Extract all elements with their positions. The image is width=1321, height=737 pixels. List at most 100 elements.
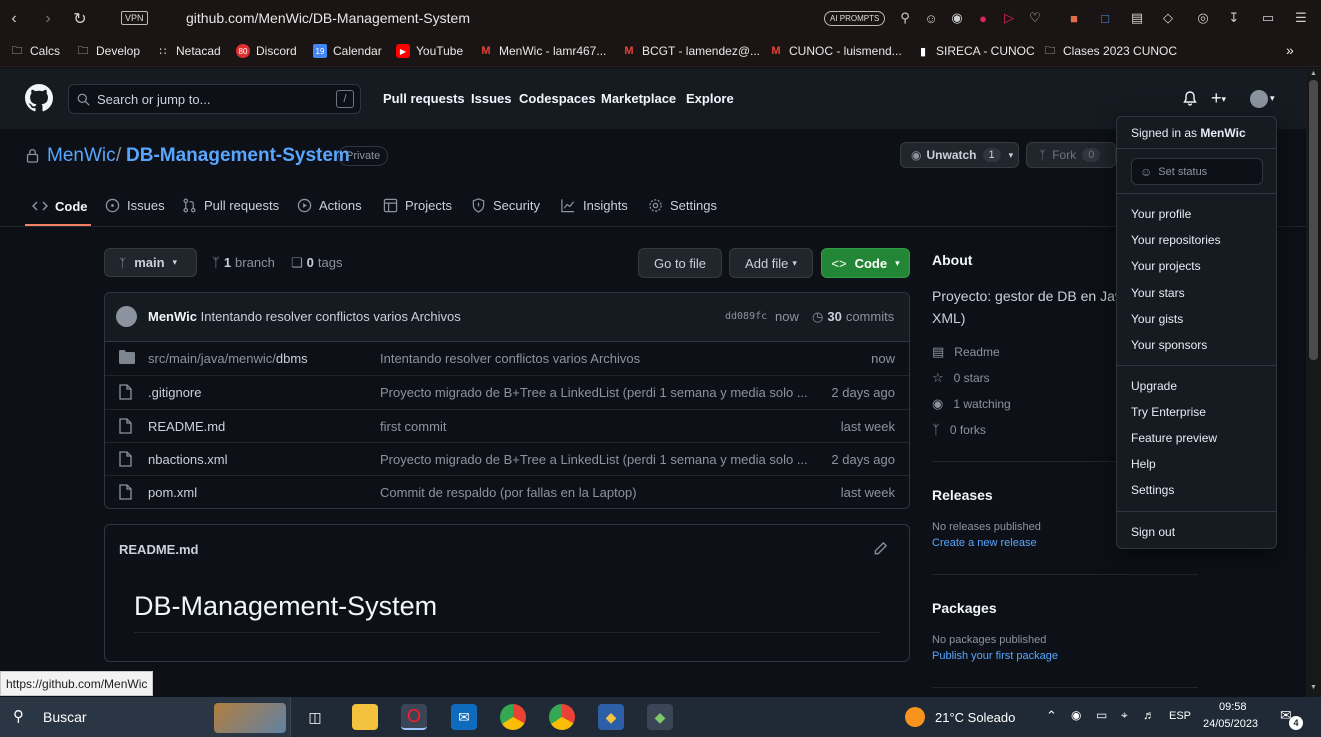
menu-icon[interactable]: ☰ bbox=[1293, 10, 1309, 26]
menu-your-profile[interactable]: Your profile bbox=[1131, 207, 1191, 221]
tab-pull-requests[interactable]: Pull requests bbox=[182, 198, 279, 213]
code-button[interactable]: <> Code ▾ bbox=[821, 248, 910, 278]
nav-explore[interactable]: Explore bbox=[686, 91, 734, 106]
wifi-icon[interactable]: ⌖ bbox=[1121, 708, 1128, 723]
reload-icon[interactable]: ↻ bbox=[70, 9, 90, 29]
file-commit-message[interactable]: Proyecto migrado de B+Tree a LinkedList … bbox=[380, 452, 808, 467]
tab-projects[interactable]: Projects bbox=[383, 198, 452, 213]
send-icon[interactable]: ▷ bbox=[1001, 10, 1017, 26]
opera-icon[interactable]: O bbox=[401, 704, 427, 730]
go-to-file-button[interactable]: Go to file bbox=[638, 248, 722, 278]
weather-text[interactable]: 21°C Soleado bbox=[935, 710, 1015, 725]
bookmarks-overflow-icon[interactable]: » bbox=[1286, 42, 1294, 58]
clock-date[interactable]: 24/05/2023 bbox=[1203, 718, 1258, 730]
scroll-up-icon[interactable]: ▲ bbox=[1310, 70, 1317, 77]
bookmark-discord[interactable]: 80 Discord bbox=[236, 44, 297, 58]
github-logo-icon[interactable] bbox=[25, 84, 53, 112]
chevron-up-icon[interactable]: ⌃ bbox=[1046, 708, 1057, 724]
file-row[interactable]: README.md first commit last week bbox=[105, 409, 909, 442]
translate-icon[interactable]: □ bbox=[1097, 10, 1113, 26]
back-icon[interactable]: ‹ bbox=[4, 9, 24, 29]
chrome-icon[interactable] bbox=[549, 704, 575, 730]
avatar[interactable] bbox=[116, 306, 137, 327]
bookmark-gmail-2[interactable]: M BCGT - lamendez@... bbox=[622, 44, 760, 58]
bookmark-gmail-3[interactable]: M CUNOC - luismend... bbox=[769, 44, 901, 58]
packages-heading[interactable]: Packages bbox=[932, 600, 997, 616]
menu-your-projects[interactable]: Your projects bbox=[1131, 259, 1201, 273]
create-new-icon[interactable]: +▾ bbox=[1211, 88, 1226, 109]
menu-your-gists[interactable]: Your gists bbox=[1131, 312, 1183, 326]
forward-icon[interactable]: › bbox=[38, 9, 58, 29]
create-release-link[interactable]: Create a new release bbox=[932, 537, 1037, 549]
profile-icon[interactable]: ◎ bbox=[1195, 10, 1211, 26]
cube-icon[interactable]: ◇ bbox=[1160, 10, 1176, 26]
commit-message[interactable]: Intentando resolver conflictos varios Ar… bbox=[201, 309, 461, 324]
file-commit-message[interactable]: first commit bbox=[380, 419, 446, 434]
search-icon[interactable]: ⚲ bbox=[897, 10, 913, 26]
add-file-button[interactable]: Add file ▾ bbox=[729, 248, 813, 278]
file-commit-message[interactable]: Intentando resolver conflictos varios Ar… bbox=[380, 351, 640, 366]
avatar[interactable] bbox=[1250, 90, 1268, 108]
file-commit-message[interactable]: Proyecto migrado de B+Tree a LinkedList … bbox=[380, 385, 808, 400]
stars-link[interactable]: ☆ 0 stars bbox=[932, 370, 990, 386]
file-row[interactable]: nbactions.xml Proyecto migrado de B+Tree… bbox=[105, 442, 909, 475]
tab-issues[interactable]: Issues bbox=[105, 198, 165, 213]
mail-icon[interactable]: ✉ bbox=[451, 704, 477, 730]
bookmark-develop[interactable]: 🗀 Develop bbox=[76, 44, 141, 58]
vpn-badge[interactable]: VPN bbox=[121, 11, 148, 25]
address-bar[interactable]: github.com/MenWic/DB-Management-System bbox=[186, 10, 470, 26]
file-row[interactable]: src/main/java/menwic/dbms Intentando res… bbox=[105, 342, 909, 375]
menu-your-sponsors[interactable]: Your sponsors bbox=[1131, 338, 1207, 352]
search-input[interactable]: Search or jump to... / bbox=[68, 84, 361, 114]
shield-icon[interactable]: ● bbox=[975, 10, 991, 26]
forks-link[interactable]: ᛉ0 forks bbox=[932, 422, 986, 437]
menu-feature-preview[interactable]: Feature preview bbox=[1131, 431, 1217, 445]
scrollbar-thumb[interactable] bbox=[1309, 80, 1318, 360]
bookmark-gmail-1[interactable]: M MenWic - lamr467... bbox=[479, 44, 606, 58]
clock-time[interactable]: 09:58 bbox=[1219, 701, 1247, 713]
readme-link[interactable]: ▤ Readme bbox=[932, 344, 1000, 360]
releases-heading[interactable]: Releases bbox=[932, 487, 993, 503]
branch-selector[interactable]: ᛉ main ▾ bbox=[104, 248, 197, 277]
file-name[interactable]: nbactions.xml bbox=[148, 452, 227, 467]
menu-try-enterprise[interactable]: Try Enterprise bbox=[1131, 405, 1206, 419]
scrollbar[interactable]: ▲ ▼ bbox=[1306, 68, 1321, 697]
file-row[interactable]: .gitignore Proyecto migrado de B+Tree a … bbox=[105, 375, 909, 408]
tab-security[interactable]: Security bbox=[471, 198, 540, 213]
emoji-icon[interactable]: ☺ bbox=[923, 10, 939, 26]
bookmark-youtube[interactable]: ▶ YouTube bbox=[396, 44, 463, 58]
commit-author[interactable]: MenWic bbox=[148, 309, 197, 324]
bookmark-sireca[interactable]: ▮ SIRECA - CUNOC bbox=[916, 44, 1035, 58]
commit-hash[interactable]: dd089fc bbox=[725, 311, 767, 322]
file-name[interactable]: .gitignore bbox=[148, 385, 201, 400]
ai-prompts-button[interactable]: AI PROMPTS bbox=[824, 11, 886, 26]
pencil-icon[interactable] bbox=[873, 541, 888, 556]
volume-icon[interactable]: ♬ bbox=[1143, 708, 1155, 722]
unwatch-button[interactable]: ◉ Unwatch 1 ▾ bbox=[900, 142, 1019, 168]
camera-icon[interactable]: ◉ bbox=[1071, 708, 1081, 722]
menu-help[interactable]: Help bbox=[1131, 457, 1156, 471]
nav-pull-requests[interactable]: Pull requests bbox=[383, 91, 465, 106]
scroll-down-icon[interactable]: ▼ bbox=[1310, 684, 1317, 691]
bell-icon[interactable] bbox=[1182, 90, 1198, 107]
download-icon[interactable]: ↧ bbox=[1226, 10, 1242, 26]
battery-icon[interactable]: ▭ bbox=[1260, 10, 1276, 26]
file-commit-message[interactable]: Commit de respaldo (por fallas en la Lap… bbox=[380, 485, 637, 500]
menu-settings[interactable]: Settings bbox=[1131, 483, 1174, 497]
bookmark-clases[interactable]: 🗀 Clases 2023 CUNOC bbox=[1043, 44, 1178, 58]
extension-icon[interactable]: ■ bbox=[1066, 10, 1082, 26]
taskbar-search[interactable]: ⚲ Buscar bbox=[0, 697, 291, 737]
tab-actions[interactable]: Actions bbox=[297, 198, 362, 213]
bookmark-calendar[interactable]: 19 Calendar bbox=[313, 44, 382, 58]
menu-sign-out[interactable]: Sign out bbox=[1131, 525, 1175, 539]
nav-marketplace[interactable]: Marketplace bbox=[601, 91, 676, 106]
publish-package-link[interactable]: Publish your first package bbox=[932, 650, 1058, 662]
language-indicator[interactable]: ESP bbox=[1169, 710, 1191, 722]
file-explorer-icon[interactable] bbox=[352, 704, 378, 730]
bookmark-calcs[interactable]: 🗀 Calcs bbox=[10, 44, 61, 58]
bookmark-netacad[interactable]: ∷ Netacad bbox=[156, 44, 221, 58]
tags-link[interactable]: ❏ 0 tags bbox=[291, 255, 342, 271]
tab-insights[interactable]: Insights bbox=[560, 198, 628, 213]
menu-upgrade[interactable]: Upgrade bbox=[1131, 379, 1177, 393]
camera-icon[interactable]: ◉ bbox=[949, 10, 965, 26]
